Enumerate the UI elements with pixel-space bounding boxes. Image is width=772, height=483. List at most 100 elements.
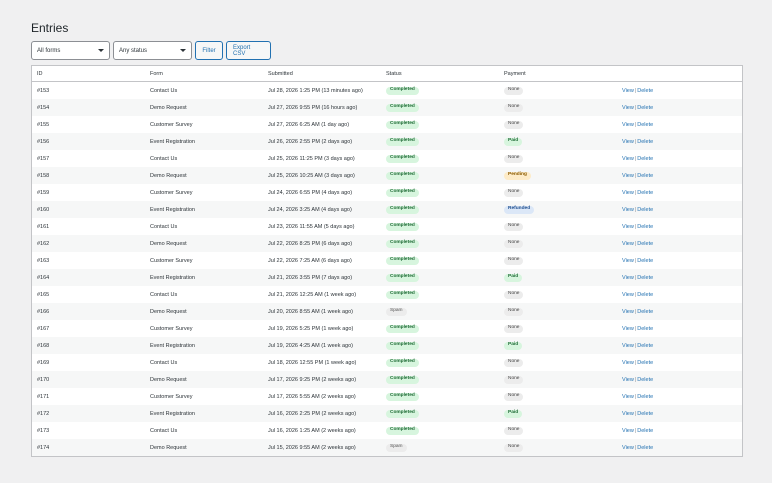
table-row: #165 Contact Us Jul 21, 2026 12:25 AM (1 w… [32,286,742,303]
table-row: #153 Contact Us Jul 28, 2026 1:25 PM (13 m… [32,82,742,99]
payment-badge: None [504,307,524,316]
status-badge: Completed [386,341,419,350]
delete-link[interactable]: Delete [637,343,653,349]
payment-badge: None [504,188,524,197]
delete-link[interactable]: Delete [637,292,653,298]
payment-badge: None [504,426,524,435]
table-row: #160 Event Registration Jul 24, 2026 3:25 … [32,201,742,218]
entry-id: #163 [37,257,50,264]
status-cell: Completed [386,375,504,384]
table-row: #166 Demo Request Jul 20, 2026 8:55 AM (1 … [32,303,742,320]
forms-select[interactable]: All forms [31,41,110,60]
filter-button[interactable]: Filter [195,41,223,60]
entry-id: #157 [37,155,50,162]
entry-form: Demo Request [150,240,187,247]
delete-link[interactable]: Delete [637,122,653,128]
view-link[interactable]: View [622,275,634,281]
view-link[interactable]: View [622,360,634,366]
view-link[interactable]: View [622,122,634,128]
view-link[interactable]: View [622,207,634,213]
view-link[interactable]: View [622,139,634,145]
delete-link[interactable]: Delete [637,428,653,434]
status-select[interactable]: Any status [113,41,192,60]
column-header-status: Status [386,70,402,77]
actions-cell: View|Delete [622,292,740,298]
entry-form: Contact Us [150,359,178,366]
delete-link[interactable]: Delete [637,224,653,230]
export-csv-button[interactable]: Export CSV [226,41,271,60]
view-link[interactable]: View [622,377,634,383]
payment-cell: None [504,222,622,231]
view-link[interactable]: View [622,173,634,179]
entry-id: #162 [37,240,50,247]
entry-form: Contact Us [150,223,178,230]
table-row: #162 Demo Request Jul 22, 2026 8:25 PM (6 … [32,235,742,252]
payment-cell: Paid [504,137,622,146]
view-link[interactable]: View [622,411,634,417]
payment-cell: None [504,358,622,367]
delete-link[interactable]: Delete [637,394,653,400]
delete-link[interactable]: Delete [637,326,653,332]
delete-link[interactable]: Delete [637,139,653,145]
payment-cell: None [504,443,622,452]
delete-link[interactable]: Delete [637,173,653,179]
payment-badge: None [504,375,524,384]
view-link[interactable]: View [622,326,634,332]
delete-link[interactable]: Delete [637,190,653,196]
view-link[interactable]: View [622,258,634,264]
entry-form: Customer Survey [150,393,193,400]
delete-link[interactable]: Delete [637,275,653,281]
entry-form: Customer Survey [150,325,193,332]
table-row: #159 Customer Survey Jul 24, 2026 6:55 PM … [32,184,742,201]
view-link[interactable]: View [622,105,634,111]
view-link[interactable]: View [622,241,634,247]
view-link[interactable]: View [622,343,634,349]
actions-cell: View|Delete [622,394,740,400]
view-link[interactable]: View [622,156,634,162]
entry-submitted: Jul 21, 2026 3:55 PM (7 days ago) [268,274,353,281]
delete-link[interactable]: Delete [637,105,653,111]
table-row: #158 Demo Request Jul 25, 2026 10:25 AM (3… [32,167,742,184]
view-link[interactable]: View [622,309,634,315]
status-badge: Completed [386,256,419,265]
entry-submitted: Jul 21, 2026 12:25 AM (1 week ago) [268,291,357,298]
delete-link[interactable]: Delete [637,88,653,94]
delete-link[interactable]: Delete [637,377,653,383]
delete-link[interactable]: Delete [637,241,653,247]
payment-cell: None [504,154,622,163]
delete-link[interactable]: Delete [637,258,653,264]
column-header-form: Form [150,70,163,77]
delete-link[interactable]: Delete [637,445,653,451]
delete-link[interactable]: Delete [637,360,653,366]
toolbar: All forms Any status Filter Export CSV [31,41,271,60]
status-badge: Completed [386,205,419,214]
entry-id: #159 [37,189,50,196]
delete-link[interactable]: Delete [637,411,653,417]
status-cell: Completed [386,273,504,282]
entry-form: Customer Survey [150,189,193,196]
page-title: Entries [31,21,69,35]
view-link[interactable]: View [622,292,634,298]
delete-link[interactable]: Delete [637,156,653,162]
table-row: #172 Event Registration Jul 16, 2026 2:25 … [32,405,742,422]
entry-form: Event Registration [150,274,195,281]
delete-link[interactable]: Delete [637,309,653,315]
payment-badge: None [504,256,524,265]
view-link[interactable]: View [622,190,634,196]
view-link[interactable]: View [622,428,634,434]
actions-cell: View|Delete [622,275,740,281]
payment-badge: Paid [504,341,523,350]
view-link[interactable]: View [622,394,634,400]
delete-link[interactable]: Delete [637,207,653,213]
actions-cell: View|Delete [622,411,740,417]
entry-submitted: Jul 20, 2026 8:55 AM (1 week ago) [268,308,353,315]
entries-table: ID Form Submitted Status Payment #153 Con… [31,65,743,457]
view-link[interactable]: View [622,88,634,94]
payment-cell: Paid [504,409,622,418]
payment-badge: None [504,324,524,333]
entry-form: Demo Request [150,104,187,111]
actions-cell: View|Delete [622,428,740,434]
view-link[interactable]: View [622,445,634,451]
view-link[interactable]: View [622,224,634,230]
status-badge: Completed [386,171,419,180]
